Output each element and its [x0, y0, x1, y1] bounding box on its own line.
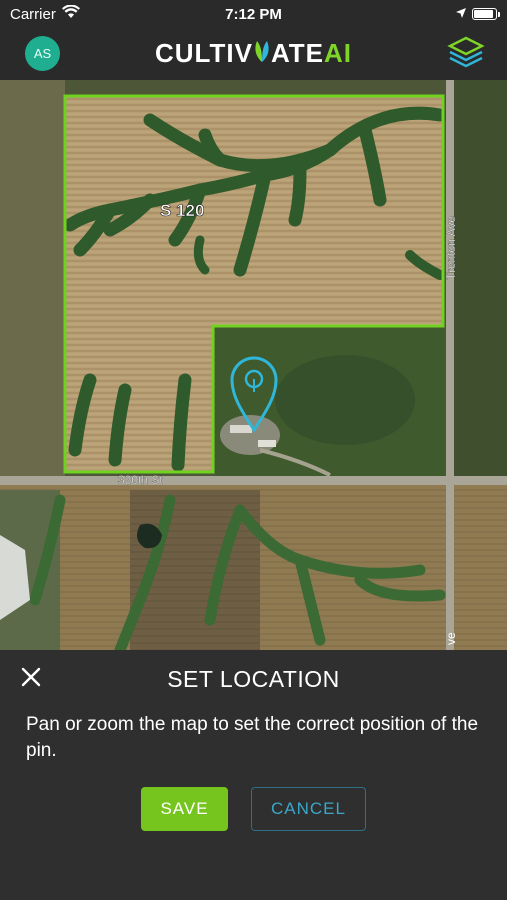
road-label-320th: 320th St — [118, 473, 163, 487]
save-button[interactable]: SAVE — [141, 787, 228, 831]
tree-cluster — [275, 355, 415, 445]
app-logo: CULTIV ATEAI — [0, 38, 507, 71]
leaf-icon — [253, 38, 271, 71]
status-bar: Carrier 7:12 PM — [0, 0, 507, 28]
battery-level — [474, 10, 494, 18]
location-arrow-icon — [455, 6, 467, 23]
app-header: AS CULTIV ATEAI — [0, 28, 507, 80]
road-label-fragment: ve — [444, 632, 458, 645]
panel-title: SET LOCATION — [167, 666, 340, 692]
cancel-button[interactable]: CANCEL — [251, 787, 366, 831]
clock: 7:12 PM — [225, 6, 282, 23]
road-320th-st — [0, 476, 507, 485]
terrain-east — [450, 80, 507, 480]
road-label-trenton: Trenton Ave — [444, 216, 458, 280]
field-label: S 120 — [160, 201, 204, 220]
panel-message: Pan or zoom the map to set the correct p… — [26, 714, 479, 761]
battery-icon — [472, 8, 500, 20]
set-location-panel: SET LOCATION Pan or zoom the map to set … — [0, 650, 507, 900]
logo-text-suffix: AI — [324, 38, 353, 68]
logo-text-mid: ATE — [270, 38, 325, 68]
terrain-west — [0, 80, 65, 480]
building-roof — [258, 440, 276, 447]
logo-text-prefix: CULTIV — [154, 38, 253, 68]
layers-icon[interactable] — [447, 36, 485, 72]
road-trenton-ave — [446, 80, 454, 650]
building-roof — [230, 425, 252, 433]
satellite-map[interactable]: S 120 320th St Trenton Ave ve — [0, 80, 507, 650]
